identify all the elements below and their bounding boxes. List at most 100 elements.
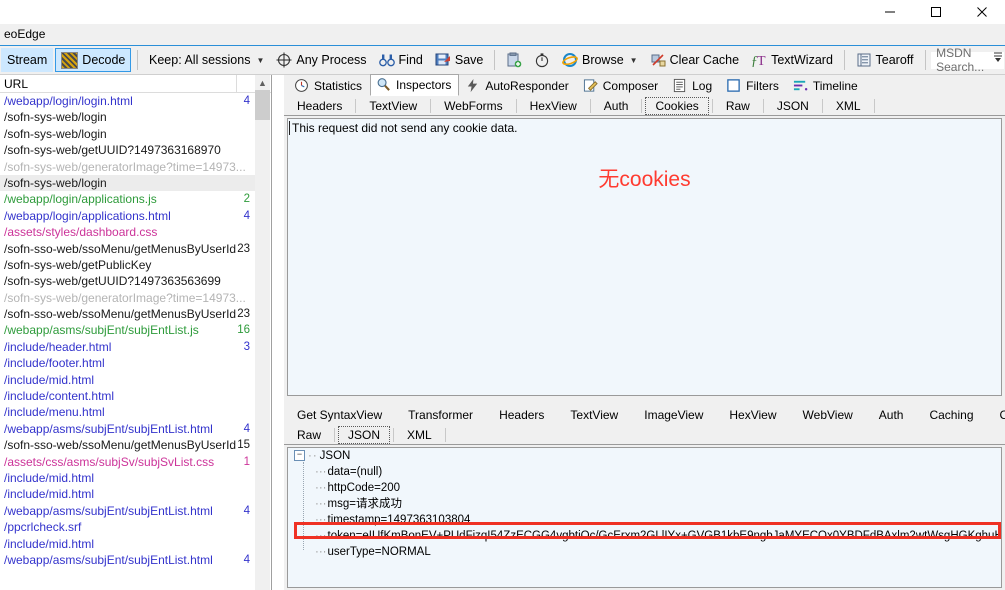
inspector-main-tabs[interactable]: Statistics Inspectors AutoResponder Compose…: [284, 74, 1005, 96]
textwizard-button[interactable]: ƒT TextWizard: [746, 48, 838, 72]
session-row[interactable]: /include/header.html 3: [0, 339, 256, 355]
scrollbar-thumb[interactable]: [255, 90, 270, 120]
tab-timeline[interactable]: Timeline: [787, 75, 866, 96]
collapse-toggle-icon[interactable]: −: [294, 450, 305, 462]
json-node[interactable]: ···msg=请求成功: [288, 496, 1001, 512]
maximize-icon[interactable]: [913, 0, 959, 24]
response-tab-imageview[interactable]: ImageView: [634, 406, 713, 424]
session-row[interactable]: /sofn-sso-web/ssoMenu/getMenusByUserId 15: [0, 437, 256, 453]
keep-sessions-dropdown[interactable]: Keep: All sessions ▼: [144, 48, 269, 72]
session-row[interactable]: /sofn-sso-web/ssoMenu/getMenusByUserId 23: [0, 241, 256, 257]
request-tab-cookies[interactable]: Cookies: [645, 96, 709, 115]
save-button[interactable]: Save: [430, 48, 489, 72]
clipboard-add-icon: [506, 52, 522, 68]
column-divider[interactable]: [236, 75, 237, 93]
tab-filters[interactable]: Filters: [720, 75, 787, 96]
fiddler-window: eoEdge Stream Decode Keep: All sessions …: [0, 0, 1005, 590]
json-node[interactable]: ···token=eIUfKmBonEV+PUdFizqI54ZzECGG4vg…: [288, 528, 1001, 544]
session-row[interactable]: /include/mid.html: [0, 536, 256, 552]
clear-cache-button[interactable]: Clear Cache: [645, 48, 744, 72]
session-size: 2: [243, 193, 250, 206]
minimize-icon[interactable]: [867, 0, 913, 24]
session-row[interactable]: /include/menu.html: [0, 404, 256, 420]
tab-separator: [711, 98, 713, 113]
json-root-node[interactable]: − ·· JSON: [288, 448, 1001, 464]
session-row[interactable]: /sofn-sys-web/login: [0, 109, 256, 125]
sessions-list[interactable]: /webapp/login/login.html 4/sofn-sys-web/l…: [0, 93, 256, 590]
session-row[interactable]: /webapp/asms/subjEnt/subjEntList.html 4: [0, 503, 256, 519]
request-tab-hexview[interactable]: HexView: [520, 97, 587, 115]
json-node[interactable]: ···data=(null): [288, 464, 1001, 480]
request-tab-raw[interactable]: Raw: [716, 97, 760, 115]
session-row[interactable]: /webapp/asms/subjEnt/subjEntList.js 16: [0, 322, 256, 338]
capture-button[interactable]: [501, 48, 527, 72]
session-row[interactable]: /include/content.html: [0, 388, 256, 404]
session-row[interactable]: /sofn-sys-web/getPublicKey: [0, 257, 256, 273]
response-tab-headers[interactable]: Headers: [489, 406, 554, 424]
stream-button[interactable]: Stream: [1, 48, 54, 72]
session-row[interactable]: /sofn-sys-web/getUUID?1497363168970: [0, 142, 256, 158]
session-row[interactable]: /sofn-sys-web/login: [0, 174, 256, 192]
find-button[interactable]: Find: [374, 48, 428, 72]
session-row[interactable]: /sofn-sso-web/ssoMenu/getMenusByUserId 23: [0, 306, 256, 322]
session-row[interactable]: /webapp/login/applications.html 4: [0, 208, 256, 224]
response-tab-json[interactable]: JSON: [338, 425, 391, 444]
response-tab-auth[interactable]: Auth: [869, 406, 914, 424]
request-tab-webforms[interactable]: WebForms: [434, 97, 512, 115]
response-tab-get-syntaxview[interactable]: Get SyntaxView: [287, 406, 392, 424]
decode-button[interactable]: Decode: [55, 48, 132, 72]
json-node[interactable]: ···httpCode=200: [288, 480, 1001, 496]
browse-button[interactable]: Browse ▼: [557, 48, 643, 72]
timer-button[interactable]: [529, 48, 555, 72]
sessions-scrollbar[interactable]: ▲: [255, 75, 270, 590]
session-row[interactable]: /webapp/login/applications.js 2: [0, 191, 256, 207]
toolbar-overflow-icon[interactable]: [993, 51, 1003, 66]
response-tab-xml[interactable]: XML: [397, 426, 442, 444]
json-node[interactable]: ···userType=NORMAL: [288, 544, 1001, 560]
scroll-up-icon[interactable]: ▲: [255, 75, 270, 90]
request-tab-json[interactable]: JSON: [767, 97, 819, 115]
response-tab-raw[interactable]: Raw: [287, 426, 331, 444]
tab-autoresponder[interactable]: AutoResponder: [459, 75, 576, 96]
session-row[interactable]: /include/mid.html: [0, 470, 256, 486]
response-tab-textview[interactable]: TextView: [560, 406, 628, 424]
tearoff-button[interactable]: Tearoff: [851, 48, 919, 72]
session-row[interactable]: /webapp/asms/subjEnt/subjEntList.html 4: [0, 421, 256, 437]
session-row[interactable]: /sofn-sys-web/generatorImage?time=14973.…: [0, 290, 256, 306]
session-row[interactable]: /include/mid.html: [0, 372, 256, 388]
response-tab-transformer[interactable]: Transformer: [398, 406, 483, 424]
sessions-header: URL: [0, 75, 271, 93]
request-tab-headers[interactable]: Headers: [287, 97, 352, 115]
session-row[interactable]: /assets/css/asms/subjSv/subjSvList.css 1: [0, 454, 256, 470]
session-row[interactable]: /webapp/asms/subjEnt/subjEntList.html 4: [0, 552, 256, 568]
any-process-button[interactable]: Any Process: [271, 48, 371, 72]
session-row[interactable]: /sofn-sys-web/getUUID?1497363563699: [0, 273, 256, 289]
request-tab-xml[interactable]: XML: [826, 97, 871, 115]
session-row[interactable]: /ppcrlcheck.srf: [0, 519, 256, 535]
tab-log[interactable]: Log: [666, 75, 720, 96]
tree-connector: ··: [308, 450, 318, 462]
tab-composer[interactable]: Composer: [577, 75, 666, 96]
close-icon[interactable]: [959, 0, 1005, 24]
request-tab-auth[interactable]: Auth: [594, 97, 639, 115]
session-row[interactable]: /include/footer.html: [0, 355, 256, 371]
response-inspector-tabs-row1[interactable]: Get SyntaxView Transformer Headers TextView…: [284, 405, 1005, 425]
request-inspector-tabs[interactable]: Headers TextView WebForms HexView Auth Cookie…: [284, 96, 1005, 116]
session-row[interactable]: /webapp/login/login.html 4: [0, 93, 256, 109]
tab-inspectors[interactable]: Inspectors: [370, 74, 460, 96]
response-json-view[interactable]: − ·· JSON ···data=(null) ···httpCode=200 ···…: [287, 447, 1002, 588]
request-cookies-view[interactable]: This request did not send any cookie dat…: [287, 118, 1002, 396]
session-row[interactable]: /sofn-sys-web/login: [0, 126, 256, 142]
json-node[interactable]: ···timestamp=1497363103804: [288, 512, 1001, 528]
response-tab-webview[interactable]: WebView: [793, 406, 863, 424]
response-tab-hexview[interactable]: HexView: [719, 406, 786, 424]
session-row[interactable]: /sofn-sys-web/generatorImage?time=14973.…: [0, 159, 256, 175]
session-row[interactable]: /include/mid.html: [0, 486, 256, 502]
browse-chevron-down-icon[interactable]: ▼: [630, 56, 638, 65]
response-tab-caching[interactable]: Caching: [919, 406, 983, 424]
tab-statistics[interactable]: Statistics: [288, 75, 370, 96]
response-tab-cookies[interactable]: Cookies: [990, 406, 1005, 424]
request-tab-textview[interactable]: TextView: [359, 97, 427, 115]
response-inspector-tabs-row2[interactable]: Raw JSON XML: [284, 425, 1005, 445]
session-row[interactable]: /assets/styles/dashboard.css: [0, 224, 256, 240]
